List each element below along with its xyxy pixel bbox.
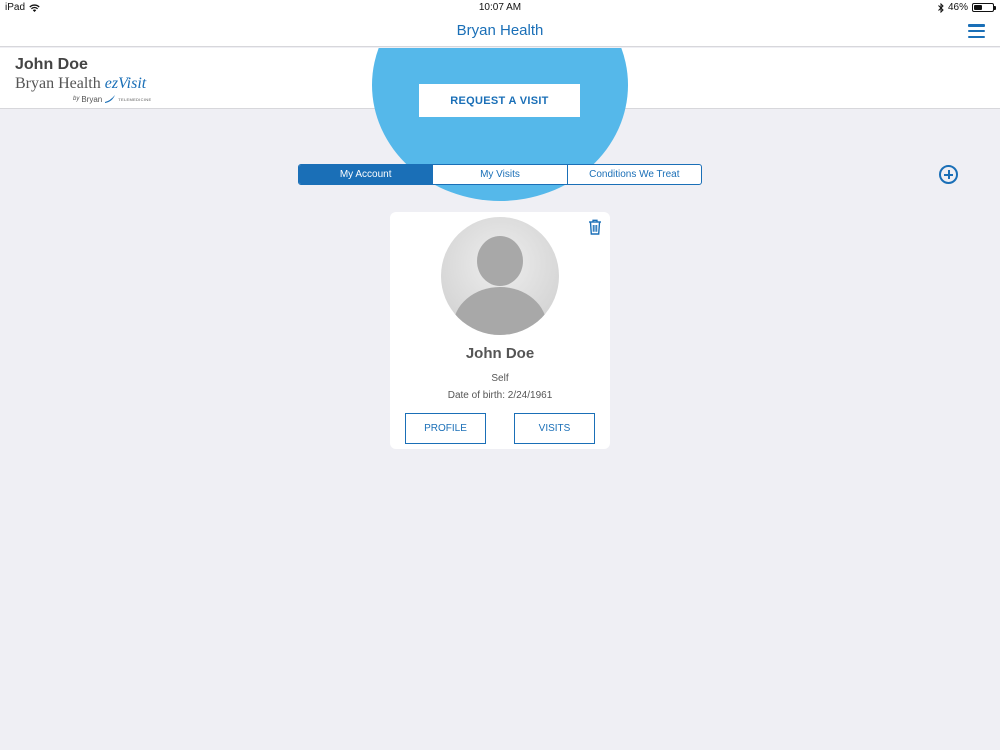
header-user-name: John Doe bbox=[15, 56, 88, 73]
logo-by: by bbox=[73, 96, 80, 102]
card-name: John Doe bbox=[465, 345, 535, 362]
logo-sub-text: TELEMEDICINE bbox=[118, 96, 152, 102]
tab-my-visits[interactable]: My Visits bbox=[433, 165, 568, 184]
hamburger-menu-icon[interactable] bbox=[968, 24, 985, 38]
battery-icon bbox=[972, 3, 996, 12]
bluetooth-icon bbox=[938, 2, 944, 13]
logo-product: ezVisit bbox=[104, 75, 147, 92]
status-bar: iPad 10:07 AM 46% bbox=[0, 0, 1000, 16]
profile-button[interactable]: PROFILE bbox=[405, 413, 486, 444]
battery-percent: 46% bbox=[947, 2, 968, 13]
card-relation: Self bbox=[491, 373, 509, 384]
visits-button[interactable]: VISITS bbox=[514, 413, 595, 444]
request-visit-button[interactable]: REQUEST A VISIT bbox=[419, 84, 580, 117]
avatar bbox=[441, 217, 559, 335]
battery-fill bbox=[974, 5, 983, 10]
add-member-icon[interactable] bbox=[939, 165, 958, 184]
nav-bar: Bryan Health bbox=[0, 16, 1000, 47]
logo-swoosh-icon bbox=[105, 95, 116, 103]
status-time: 10:07 AM bbox=[478, 2, 522, 13]
logo-sub-brand: Bryan bbox=[81, 94, 103, 104]
card-dob: Date of birth: 2/24/1961 bbox=[447, 390, 553, 401]
tab-my-account[interactable]: My Account bbox=[299, 165, 434, 184]
profile-card: John Doe Self Date of birth: 2/24/1961 P… bbox=[390, 212, 610, 449]
logo-brand: Bryan Health bbox=[15, 75, 105, 92]
tab-conditions-we-treat[interactable]: Conditions We Treat bbox=[568, 165, 701, 184]
account-tabs: My Account My Visits Conditions We Treat bbox=[298, 164, 702, 185]
status-right: 46% bbox=[938, 2, 996, 13]
ezvisit-logo: Bryan Health ezVisit by Bryan TELEMEDICI… bbox=[15, 75, 155, 107]
trash-icon[interactable] bbox=[588, 219, 602, 235]
nav-title: Bryan Health bbox=[456, 22, 544, 39]
